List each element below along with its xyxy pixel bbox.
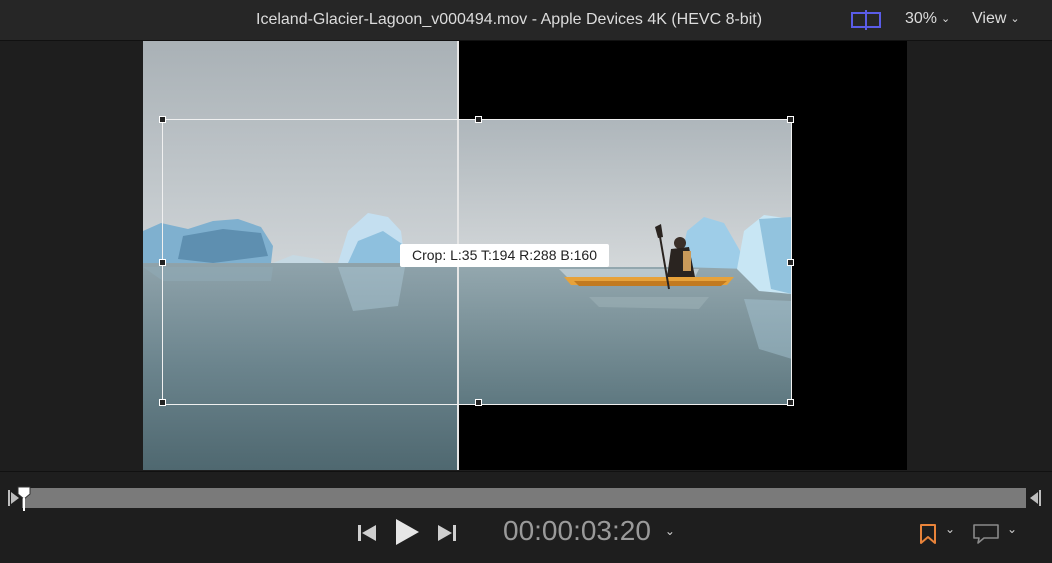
out-point-marker-icon[interactable]	[1027, 489, 1041, 507]
crop-handle-bottom[interactable]	[475, 399, 482, 406]
marker-menu-chevron[interactable]: ⌄	[945, 522, 955, 536]
chevron-down-icon: ⌄	[941, 13, 951, 25]
viewer: Crop: L:35 T:194 R:288 B:160	[0, 41, 1052, 470]
crop-handle-top[interactable]	[475, 116, 482, 123]
crop-handle-bottom-right[interactable]	[787, 399, 794, 406]
zoom-menu-button[interactable]: 30% ⌄	[905, 10, 950, 28]
chevron-down-icon: ⌄	[1010, 13, 1020, 25]
comment-icon[interactable]	[972, 523, 1002, 545]
crop-values-label: Crop: L:35 T:194 R:288 B:160	[400, 244, 609, 267]
chevron-down-icon: ⌄	[664, 524, 675, 538]
split-view-icon[interactable]	[849, 10, 883, 30]
transport-controls: 00:00:03:20 ⌄ ⌄ ⌄	[0, 471, 1052, 563]
playhead-icon[interactable]	[17, 486, 31, 512]
comment-menu-chevron[interactable]: ⌄	[1007, 522, 1017, 536]
crop-handle-right[interactable]	[787, 259, 794, 266]
crop-handle-bottom-left[interactable]	[159, 399, 166, 406]
view-label: View	[972, 10, 1007, 27]
timeline-scrubber[interactable]	[22, 488, 1026, 508]
play-icon[interactable]	[393, 517, 421, 547]
video-frame: Crop: L:35 T:194 R:288 B:160	[143, 41, 907, 470]
zoom-label: 30%	[905, 10, 938, 27]
crop-handle-top-right[interactable]	[787, 116, 794, 123]
window-title: Iceland-Glacier-Lagoon_v000494.mov - App…	[256, 11, 763, 28]
view-menu-button[interactable]: View ⌄	[972, 10, 1020, 28]
crop-handle-top-left[interactable]	[159, 116, 166, 123]
timecode-value: 00:00:03:20	[503, 515, 651, 546]
timecode-display[interactable]: 00:00:03:20 ⌄	[503, 515, 675, 547]
crop-handle-left[interactable]	[159, 259, 166, 266]
title-bar: Iceland-Glacier-Lagoon_v000494.mov - App…	[0, 0, 1052, 41]
bookmark-icon[interactable]	[918, 523, 938, 545]
go-to-start-icon[interactable]	[356, 522, 378, 544]
go-to-end-icon[interactable]	[436, 522, 458, 544]
